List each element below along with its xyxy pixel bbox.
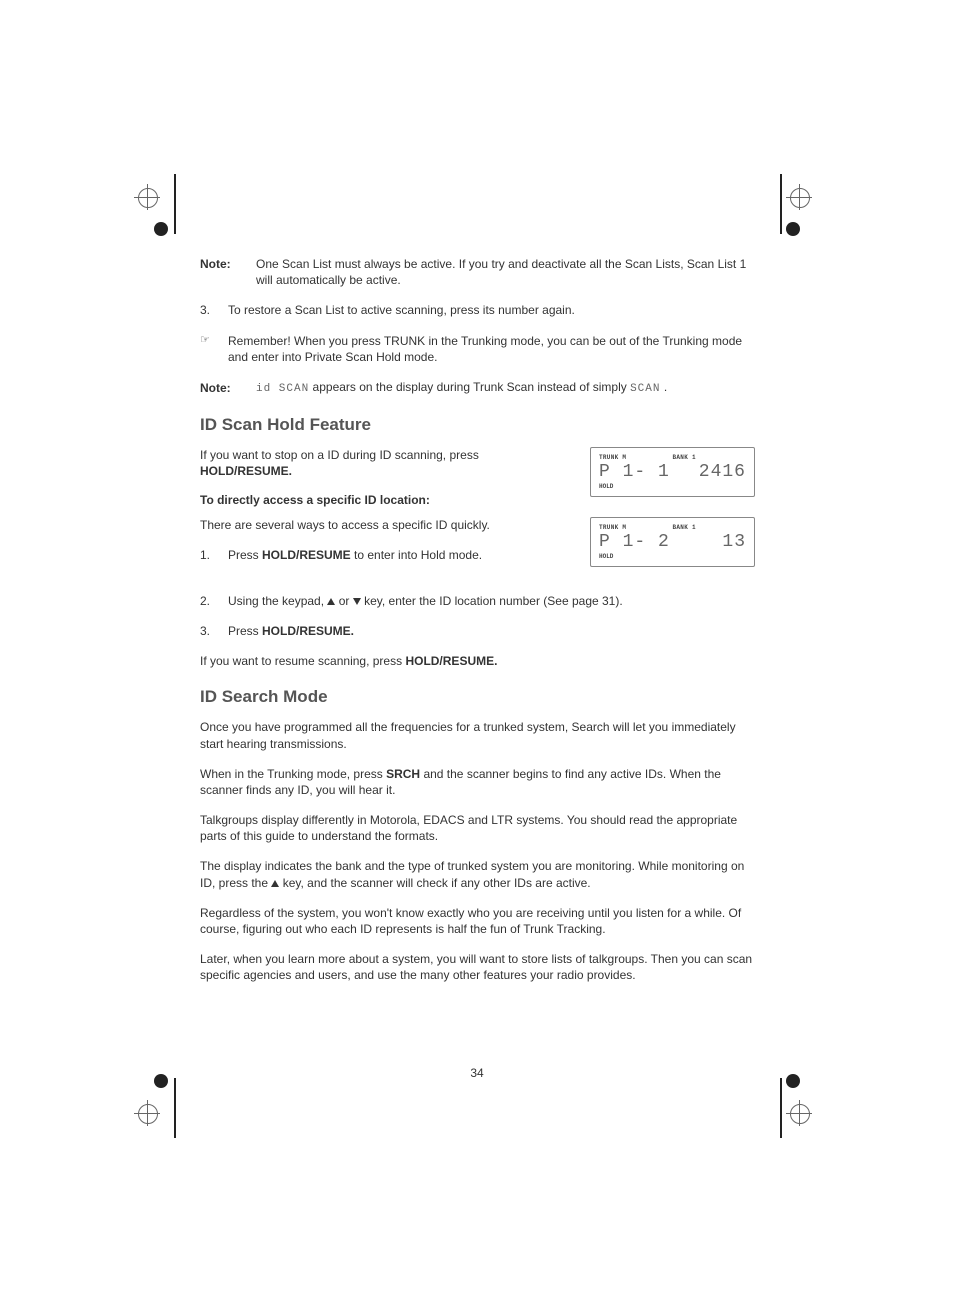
step-number: 3. [200,623,228,639]
step-text: Using the keypad, or key, enter the ID l… [228,593,755,609]
lcd-label: TRUNK M [599,454,673,461]
lcd-display: TRUNK M BANK 1 P 1- 2 13 HOLD [590,517,755,567]
paragraph: Once you have programmed all the frequen… [200,719,755,751]
lcd-value: 2416 [699,463,746,481]
step-text: To restore a Scan List to active scannin… [228,302,755,318]
lcd-display: TRUNK M BANK 1 P 1- 1 2416 HOLD [590,447,755,497]
page-content: Note: One Scan List must always be activ… [200,256,755,998]
note-text: id SCAN appears on the display during Tr… [256,379,755,397]
lcd-value: 13 [722,533,746,551]
hand-point-icon: ☞ [200,333,228,365]
lcd-label: HOLD [599,483,746,490]
lcd-label: BANK 1 [673,524,696,531]
list-item: 3. To restore a Scan List to active scan… [200,302,755,318]
trim-mark [174,1078,176,1138]
lcd-label: TRUNK M [599,524,673,531]
reminder-text: Remember! When you press TRUNK in the Tr… [228,333,755,365]
trim-mark [174,174,176,234]
registration-mark [138,188,168,218]
step-text: Press HOLD/RESUME to enter into Hold mod… [228,547,560,563]
arrow-down-icon [353,598,361,605]
paragraph: When in the Trunking mode, press SRCH an… [200,766,755,798]
note-block: Note: id SCAN appears on the display dur… [200,379,755,397]
registration-dot [154,222,168,236]
sub-heading: To directly access a specific ID locatio… [200,493,560,507]
lcd-label: HOLD [599,553,746,560]
paragraph: The display indicates the bank and the t… [200,858,755,890]
trim-mark [780,174,782,234]
trim-mark [780,1078,782,1138]
heading-id-search-mode: ID Search Mode [200,687,755,707]
list-item: 2. Using the keypad, or key, enter the I… [200,593,755,609]
step-number: 3. [200,302,228,318]
page-number: 34 [0,1066,954,1080]
step-number: 1. [200,547,228,563]
list-item: 3. Press HOLD/RESUME. [200,623,755,639]
note-label: Note: [200,380,256,396]
paragraph: Later, when you learn more about a syste… [200,951,755,983]
paragraph: If you want to stop on a ID during ID sc… [200,447,560,479]
note-text: One Scan List must always be active. If … [256,256,755,288]
list-item: 1. Press HOLD/RESUME to enter into Hold … [200,547,560,563]
paragraph: If you want to resume scanning, press HO… [200,653,755,669]
registration-mark [790,188,820,218]
paragraph: Regardless of the system, you won't know… [200,905,755,937]
lcd-inline-text: id SCAN [256,383,309,395]
registration-mark [138,1104,168,1134]
paragraph: There are several ways to access a speci… [200,517,560,533]
lcd-label: BANK 1 [673,454,696,461]
lcd-value: P 1- 2 [599,533,670,551]
step-number: 2. [200,593,228,609]
lcd-value: P 1- 1 [599,463,670,481]
note-block: Note: One Scan List must always be activ… [200,256,755,288]
heading-id-scan-hold: ID Scan Hold Feature [200,415,755,435]
step-text: Press HOLD/RESUME. [228,623,755,639]
registration-mark [790,1104,820,1134]
lcd-inline-text: SCAN [630,383,660,395]
paragraph: Talkgroups display differently in Motoro… [200,812,755,844]
note-label: Note: [200,256,256,288]
registration-dot [786,222,800,236]
reminder-block: ☞ Remember! When you press TRUNK in the … [200,333,755,365]
